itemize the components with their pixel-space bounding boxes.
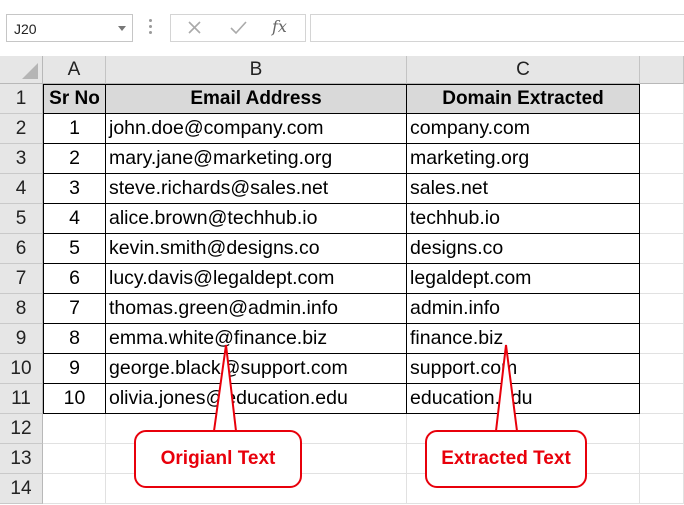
extracted-callout-pointer — [495, 344, 518, 432]
original-text-callout-label: Origianl Text — [160, 448, 276, 469]
original-callout-pointer — [213, 344, 237, 432]
callout-connectors — [213, 344, 518, 432]
extracted-text-callout: Extracted Text — [425, 430, 587, 488]
extracted-text-callout-label: Extracted Text — [441, 448, 571, 469]
original-text-callout: Origianl Text — [134, 430, 302, 488]
